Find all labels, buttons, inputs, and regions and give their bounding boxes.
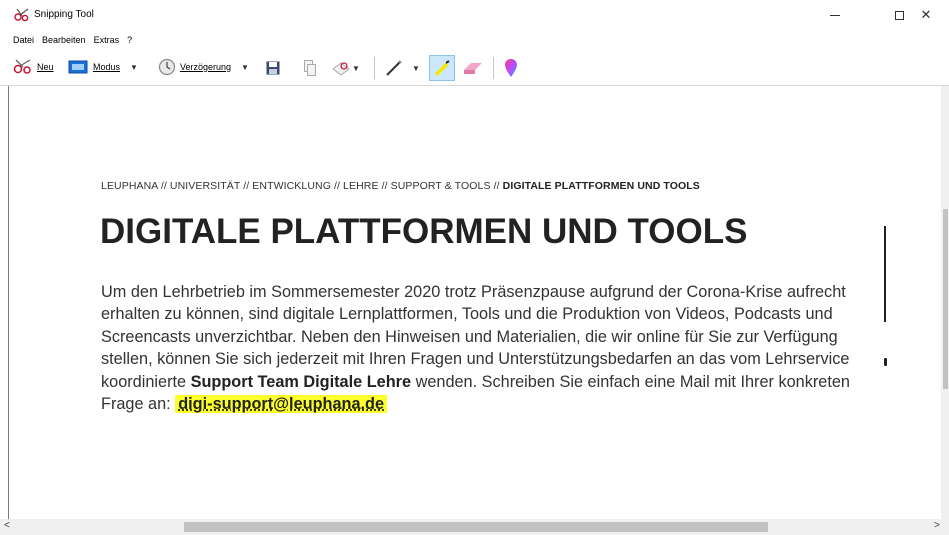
menu-extras[interactable]: Extras [90,33,124,47]
toolbar: Neu Modus ▼ Verzögerung ▼ ▼ ▼ [0,49,949,86]
send-snip-icon[interactable] [332,60,350,76]
scroll-left-arrow[interactable]: < [4,520,10,531]
toolbar-divider [493,57,494,79]
vertical-scrollbar[interactable] [941,86,949,519]
breadcrumb-current: DIGITALE PLATTFORMEN UND TOOLS [502,180,700,192]
paint3d-icon[interactable] [504,58,518,78]
scissors-icon [14,8,29,22]
decorative-mark [884,358,887,366]
page-title: DIGITALE PLATTFORMEN UND TOOLS [100,212,748,251]
body-paragraph: Um den Lehrbetrieb im Sommersemester 202… [101,281,881,415]
clock-icon [158,58,176,76]
title-bar: Snipping Tool ✕ [0,0,949,30]
pen-icon[interactable] [385,59,403,77]
breadcrumb-path: LEUPHANA // UNIVERSITÄT // ENTWICKLUNG /… [101,180,503,192]
new-snip-icon [13,59,31,74]
new-label: Neu [37,62,54,72]
close-button[interactable]: ✕ [903,0,949,30]
menu-datei[interactable]: Datei [0,33,38,47]
vertical-divider-line [884,226,886,322]
delay-button[interactable]: Verzögerung ▼ [158,55,249,79]
delay-label: Verzögerung [180,62,232,72]
save-icon[interactable] [266,61,280,75]
menu-bar: Datei Bearbeiten Extras ? [0,33,136,47]
minimize-button[interactable] [812,0,858,30]
chevron-down-icon[interactable]: ▼ [352,64,360,73]
horizontal-scroll-thumb[interactable] [184,522,768,532]
horizontal-scrollbar[interactable]: < > [0,519,949,535]
window-title: Snipping Tool [34,9,94,20]
minimize-icon [830,14,840,16]
chevron-down-icon[interactable]: ▼ [130,63,138,72]
breadcrumb: LEUPHANA // UNIVERSITÄT // ENTWICKLUNG /… [101,180,700,192]
scroll-right-arrow[interactable]: > [934,520,940,531]
toolbar-divider [374,57,375,79]
copy-icon[interactable] [304,60,316,76]
menu-bearbeiten[interactable]: Bearbeiten [38,33,90,47]
highlighter-button[interactable] [429,55,455,81]
vertical-scroll-thumb[interactable] [943,209,948,389]
mode-label: Modus [93,62,121,72]
support-team-name: Support Team Digitale Lehre [190,372,412,391]
menu-help[interactable]: ? [123,33,136,47]
chevron-down-icon[interactable]: ▼ [241,63,249,72]
mode-icon [68,60,88,74]
highlighter-icon [434,60,450,77]
chevron-down-icon[interactable]: ▼ [412,64,420,73]
new-button[interactable]: Neu [12,55,54,79]
mode-button[interactable]: Modus ▼ [68,55,138,79]
email-link[interactable]: digi-support@leuphana.de [175,395,388,414]
eraser-icon[interactable] [462,61,484,75]
